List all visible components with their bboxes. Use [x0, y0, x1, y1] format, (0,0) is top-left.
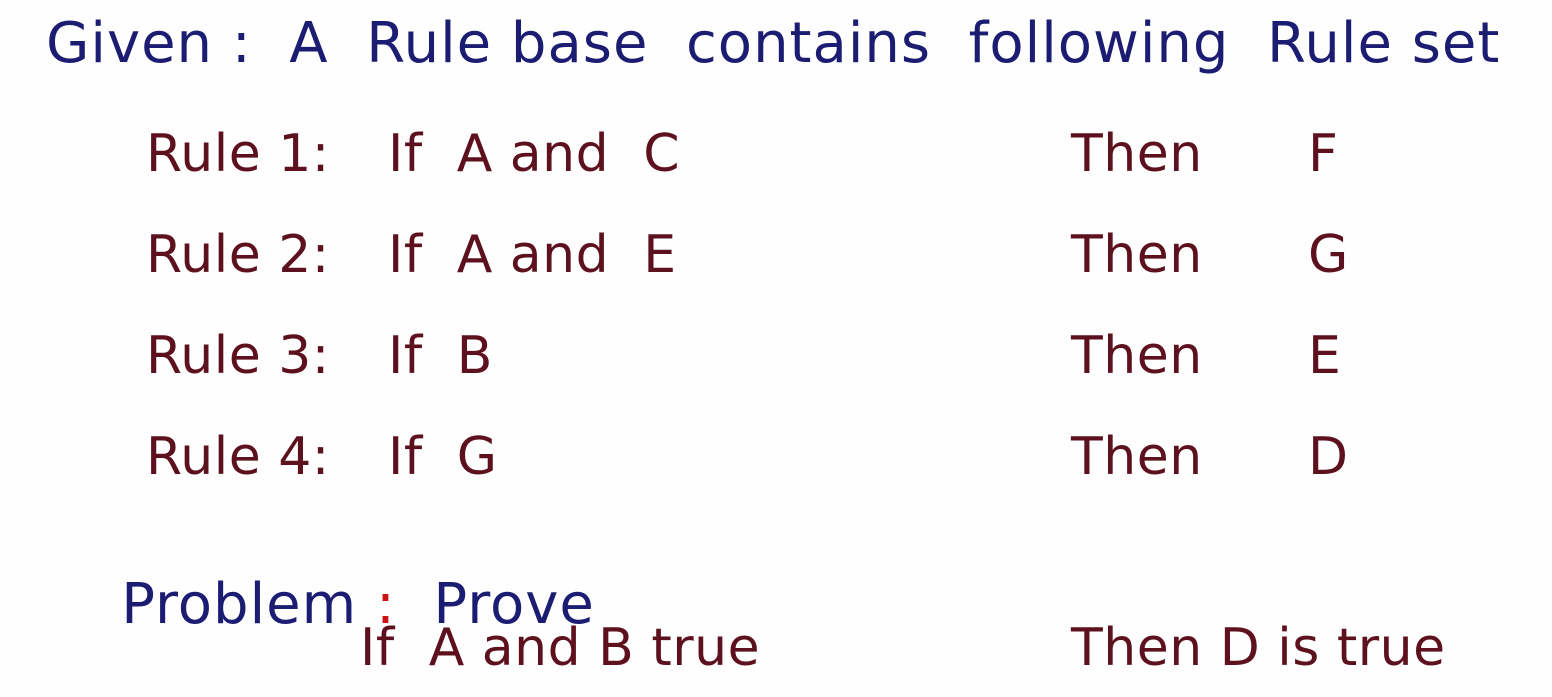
rule-label: Rule 1:	[146, 124, 330, 184]
rule-consequent: F	[1308, 124, 1339, 184]
rule-label: Rule 2:	[146, 225, 330, 285]
rule-antecedent: If G	[388, 427, 498, 487]
rule-consequent: D	[1308, 427, 1349, 487]
rule-row: Rule 4: If G Then D	[0, 427, 1552, 511]
rule-label: Rule 4:	[146, 427, 330, 487]
goal-consequent: Then D is true	[1071, 618, 1446, 678]
rule-then-keyword: Then	[1071, 124, 1203, 184]
problem-label: Problem	[121, 572, 358, 637]
given-heading: Given : A Rule base contains following R…	[46, 11, 1501, 76]
rule-then-keyword: Then	[1071, 326, 1203, 386]
rule-antecedent: If A and C	[388, 124, 680, 184]
rule-consequent: E	[1308, 326, 1342, 386]
rule-base-slide: Given : A Rule base contains following R…	[0, 0, 1552, 697]
rule-row: Rule 3: If B Then E	[0, 326, 1552, 410]
rule-then-keyword: Then	[1071, 427, 1203, 487]
rule-antecedent: If B	[388, 326, 493, 386]
rule-antecedent: If A and E	[388, 225, 677, 285]
rule-consequent: G	[1308, 225, 1349, 285]
rule-row: Rule 2: If A and E Then G	[0, 225, 1552, 309]
rule-row: Rule 1: If A and C Then F	[0, 124, 1552, 208]
rule-label: Rule 3:	[146, 326, 330, 386]
goal-antecedent: If A and B true	[360, 618, 761, 678]
rule-then-keyword: Then	[1071, 225, 1203, 285]
